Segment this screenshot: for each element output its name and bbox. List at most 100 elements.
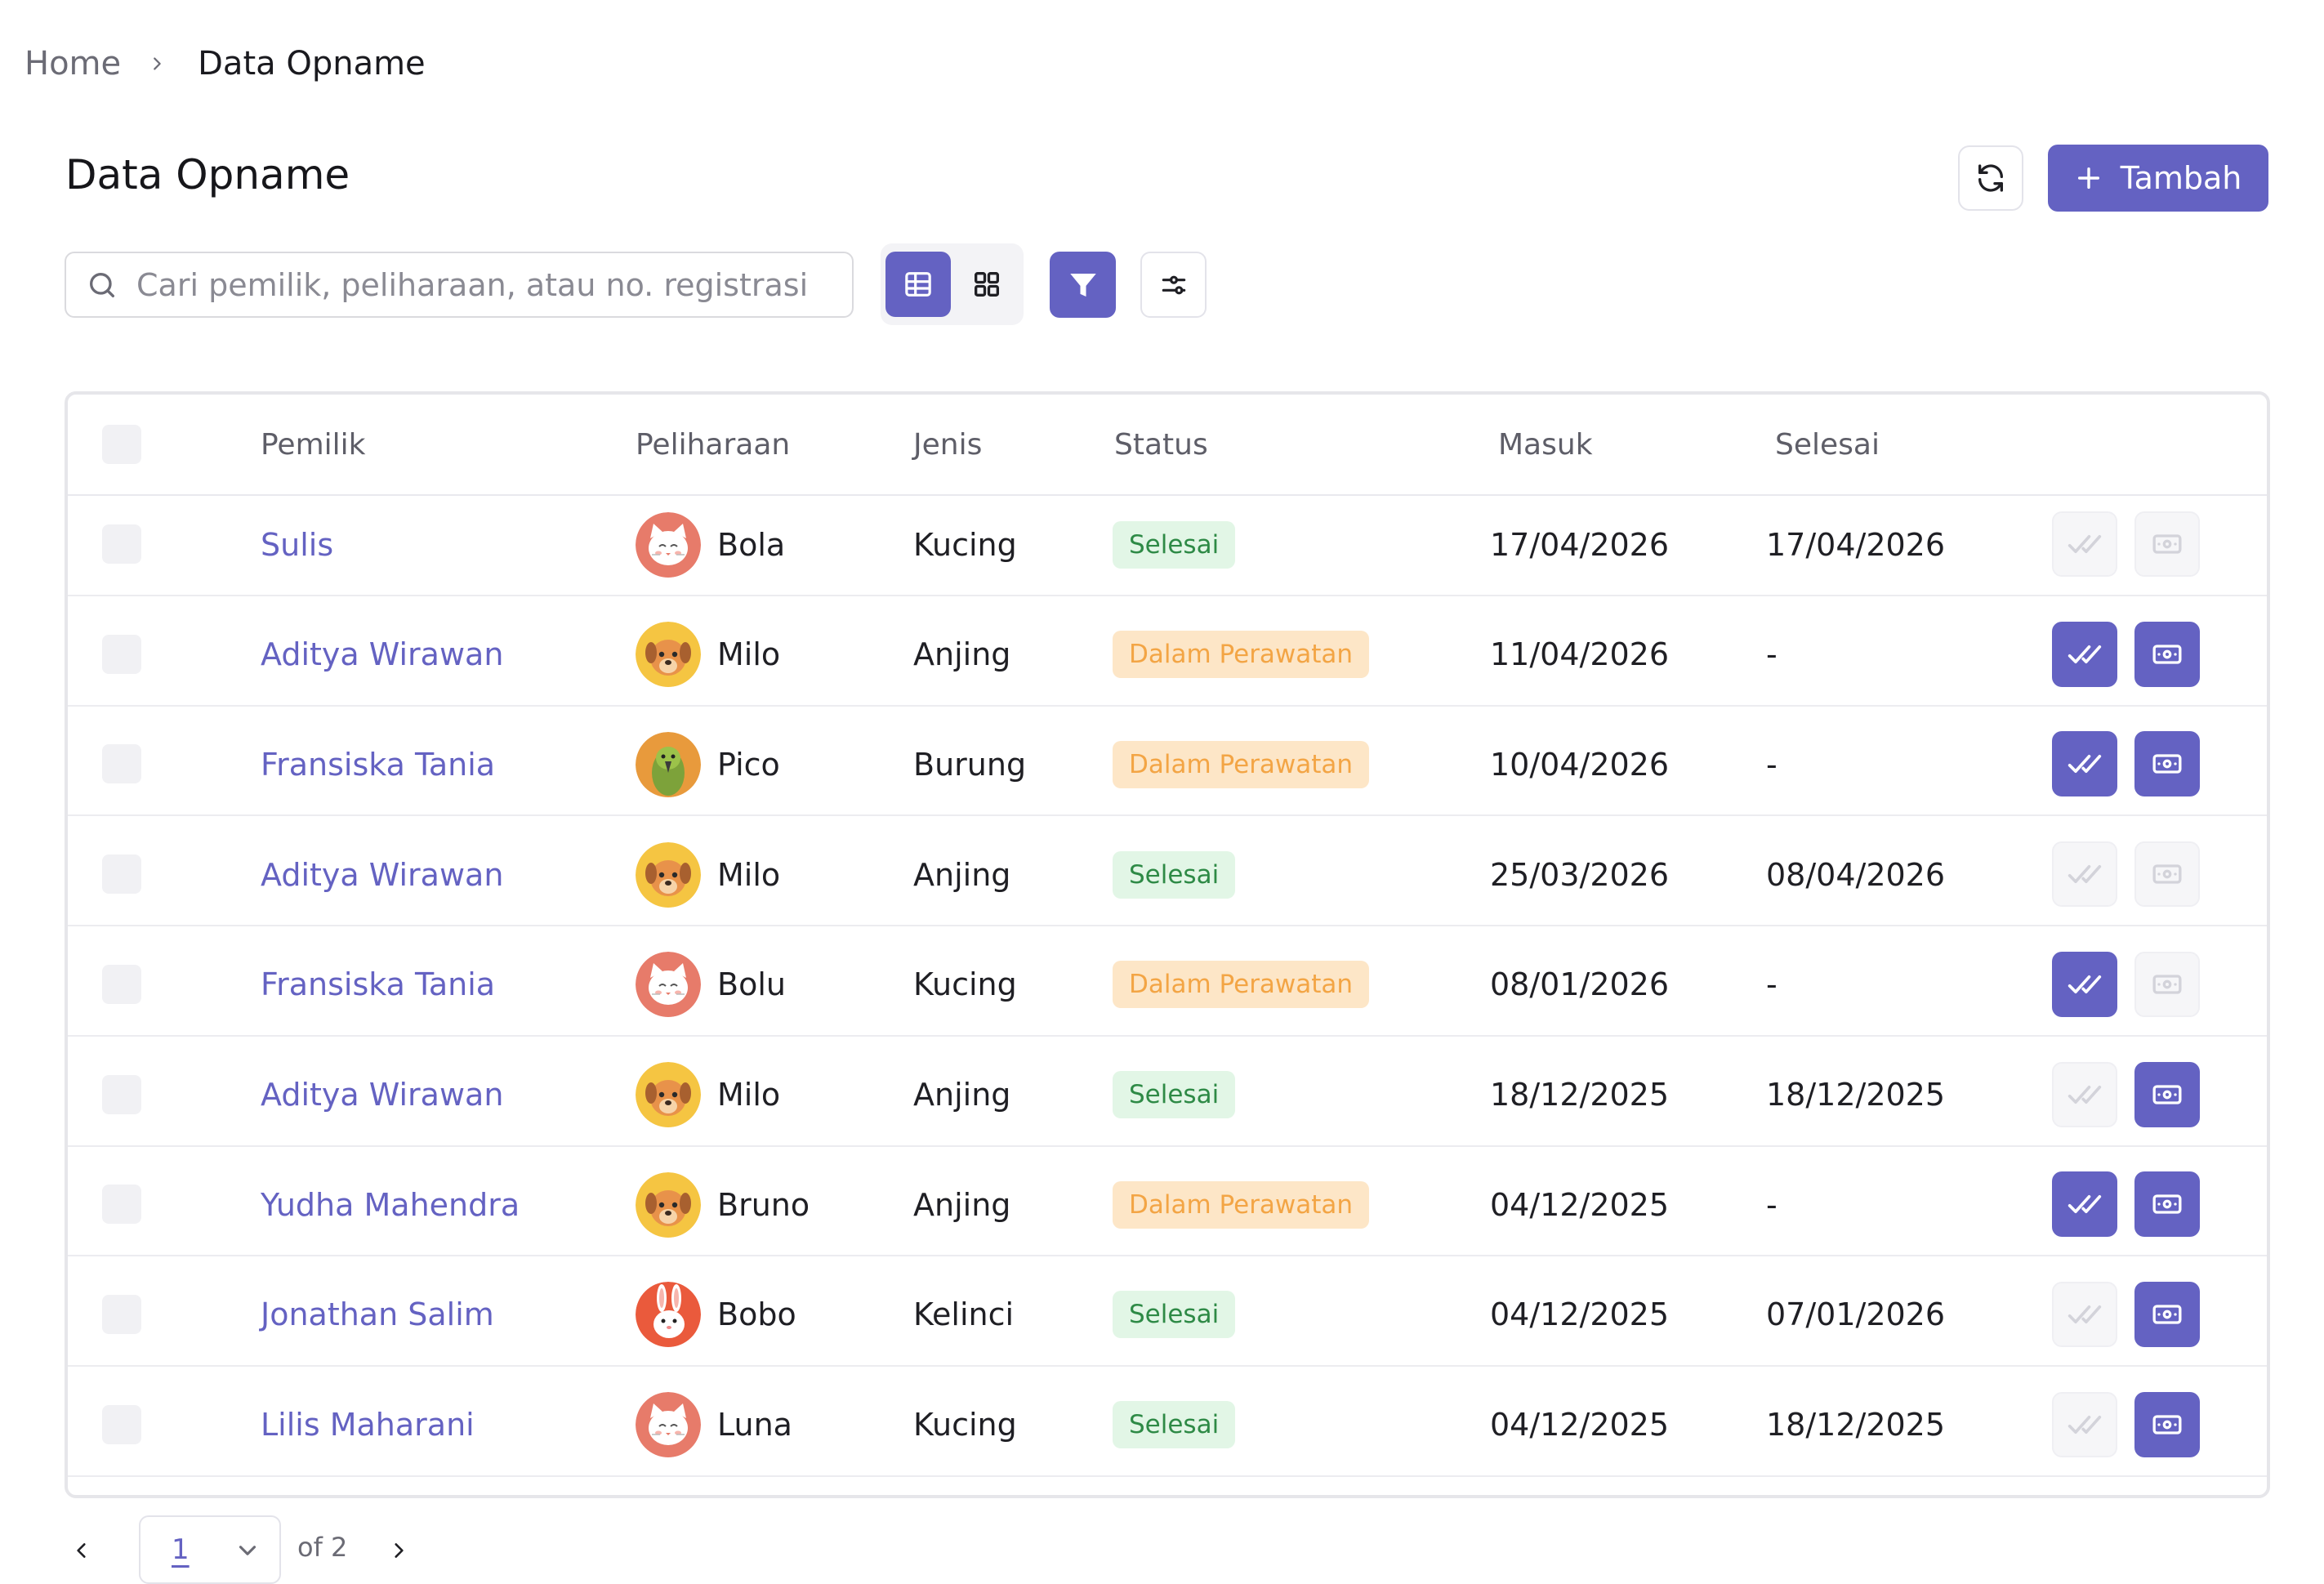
table-row[interactable]: Jonathan Salim Bobo Kelinci Selesai 04/12/20… [68, 1265, 2267, 1367]
status-cell: Selesai [1113, 494, 1236, 595]
table-row[interactable]: Aditya Wirawan Milo Anjing Selesai 25/03/202… [68, 824, 2267, 927]
table-row[interactable]: Aditya Wirawan Milo Anjing Selesai 18/12/202… [68, 1045, 2267, 1147]
status-badge: Dalam Perawatan [1113, 631, 1370, 679]
complete-button[interactable] [2052, 511, 2117, 577]
status-badge: Selesai [1113, 520, 1236, 569]
payment-button[interactable] [2134, 1171, 2200, 1238]
date-out: 07/12/2025 [1766, 1484, 1945, 1495]
pet-name: Bruno [717, 1186, 810, 1223]
pet-cell: Milo [636, 605, 780, 705]
row-checkbox[interactable] [102, 854, 141, 895]
row-checkbox[interactable] [102, 1294, 141, 1334]
complete-button[interactable] [2052, 731, 2117, 797]
date-out: 18/12/2025 [1766, 1407, 1946, 1443]
pet-name: Luna [717, 1407, 792, 1443]
row-checkbox[interactable] [102, 1074, 141, 1114]
owner-link[interactable]: Fransiska Tania [261, 714, 495, 814]
owner-link[interactable]: Aditya Wirawan [261, 824, 503, 925]
owner-link[interactable]: Lilis Maharani [261, 1375, 475, 1475]
current-page: 1 [172, 1533, 190, 1566]
owner-link[interactable]: Aditya Wirawan [261, 1045, 503, 1145]
date-in: 04/12/2025 [1490, 1484, 1669, 1495]
date-out: - [1766, 746, 1778, 783]
column-header-type[interactable]: Jenis [913, 395, 982, 494]
status-badge: Selesai [1113, 850, 1236, 899]
payment-button[interactable] [2134, 1281, 2200, 1347]
breadcrumb: Home Data Opname [25, 41, 426, 87]
complete-button[interactable] [2052, 1391, 2117, 1457]
next-page-button[interactable] [382, 1534, 415, 1567]
breadcrumb-home[interactable]: Home [25, 45, 121, 83]
page-select[interactable]: 1 [139, 1515, 281, 1584]
pet-cell: Bruno [636, 1154, 810, 1255]
payment-icon [2152, 645, 2182, 664]
payment-button[interactable] [2134, 841, 2200, 908]
pet-cell: Milo [636, 824, 780, 925]
table-row[interactable]: Lilis Maharani Luna Kucing Selesai 04/12/202… [68, 1375, 2267, 1477]
filter-button[interactable] [1050, 252, 1116, 318]
owner-link[interactable]: Yudha Mahendra [261, 1154, 520, 1255]
row-checkbox[interactable] [102, 524, 141, 564]
payment-button[interactable] [2134, 1061, 2200, 1127]
column-header-status[interactable]: Status [1114, 395, 1208, 494]
table-row[interactable]: Sulis Bola Kucing Selesai 17/04/2026 17/04/20… [68, 494, 2267, 596]
complete-button[interactable] [2052, 951, 2117, 1017]
table-header: Pemilik Peliharaan Jenis Status Masuk Se… [68, 395, 2267, 496]
date-out: - [1766, 966, 1778, 1003]
status-cell: Dalam Perawatan [1113, 935, 1370, 1035]
pet-type: Anjing [913, 1186, 1011, 1223]
owner-link[interactable]: Fransiska Tania [261, 935, 495, 1035]
plus-icon [2077, 167, 2099, 190]
row-checkbox[interactable] [102, 964, 141, 1004]
owner-link[interactable]: Sri Wahyuni [261, 1484, 445, 1495]
payment-icon [2152, 534, 2182, 554]
column-header-in[interactable]: Masuk [1498, 395, 1593, 494]
payment-icon [2152, 754, 2182, 774]
search-input[interactable] [136, 266, 831, 303]
owner-link[interactable]: Jonathan Salim [261, 1265, 494, 1365]
grid-view-button[interactable] [954, 252, 1019, 317]
column-header-pet[interactable]: Peliharaan [636, 395, 790, 494]
status-badge: Dalam Perawatan [1113, 740, 1370, 788]
table-icon [905, 272, 931, 297]
payment-button[interactable] [2134, 621, 2200, 687]
complete-button[interactable] [2052, 621, 2117, 687]
payment-button[interactable] [2134, 1391, 2200, 1457]
payment-button[interactable] [2134, 731, 2200, 797]
column-header-owner[interactable]: Pemilik [261, 395, 366, 494]
table-row[interactable]: Fransiska Tania Pico Burung Dalam Perawatan… [68, 714, 2267, 817]
column-settings-button[interactable] [1140, 252, 1207, 318]
double-check-icon [2068, 865, 2102, 884]
pet-name: Pico [717, 746, 780, 783]
status-cell: Selesai [1113, 1265, 1236, 1365]
table-row[interactable]: Aditya Wirawan Milo Anjing Dalam Perawatan 1… [68, 605, 2267, 707]
complete-button[interactable] [2052, 841, 2117, 908]
row-checkbox[interactable] [102, 1404, 141, 1444]
row-checkbox[interactable] [102, 1185, 141, 1225]
previous-page-button[interactable] [65, 1534, 98, 1567]
table-row[interactable]: Fransiska Tania Bolu Kucing Dalam Perawatan… [68, 935, 2267, 1037]
pet-cell: Bolu [636, 935, 786, 1035]
row-checkbox[interactable] [102, 634, 141, 674]
select-all-checkbox[interactable] [102, 425, 141, 464]
table-row[interactable]: Yudha Mahendra Bruno Anjing Dalam Perawatan… [68, 1154, 2267, 1257]
add-button[interactable]: Tambah [2048, 145, 2268, 212]
dog-avatar-icon [636, 622, 701, 688]
column-header-out[interactable]: Selesai [1775, 395, 1880, 494]
double-check-icon [2068, 755, 2102, 774]
table-row[interactable]: Sri Wahyuni Mimi Kucing Selesai 04/12/2025 07… [68, 1484, 2267, 1495]
page-total: of 2 [297, 1532, 348, 1563]
complete-button[interactable] [2052, 1061, 2117, 1127]
payment-button[interactable] [2134, 511, 2200, 577]
refresh-button[interactable] [1958, 145, 2023, 211]
date-out: - [1766, 1186, 1778, 1223]
payment-button[interactable] [2134, 951, 2200, 1017]
table-view-button[interactable] [885, 252, 951, 317]
status-badge: Dalam Perawatan [1113, 1180, 1370, 1229]
complete-button[interactable] [2052, 1171, 2117, 1238]
row-checkbox[interactable] [102, 744, 141, 784]
owner-link[interactable]: Sulis [261, 494, 333, 595]
complete-button[interactable] [2052, 1281, 2117, 1347]
owner-link[interactable]: Aditya Wirawan [261, 605, 503, 705]
search-field[interactable] [65, 252, 854, 318]
